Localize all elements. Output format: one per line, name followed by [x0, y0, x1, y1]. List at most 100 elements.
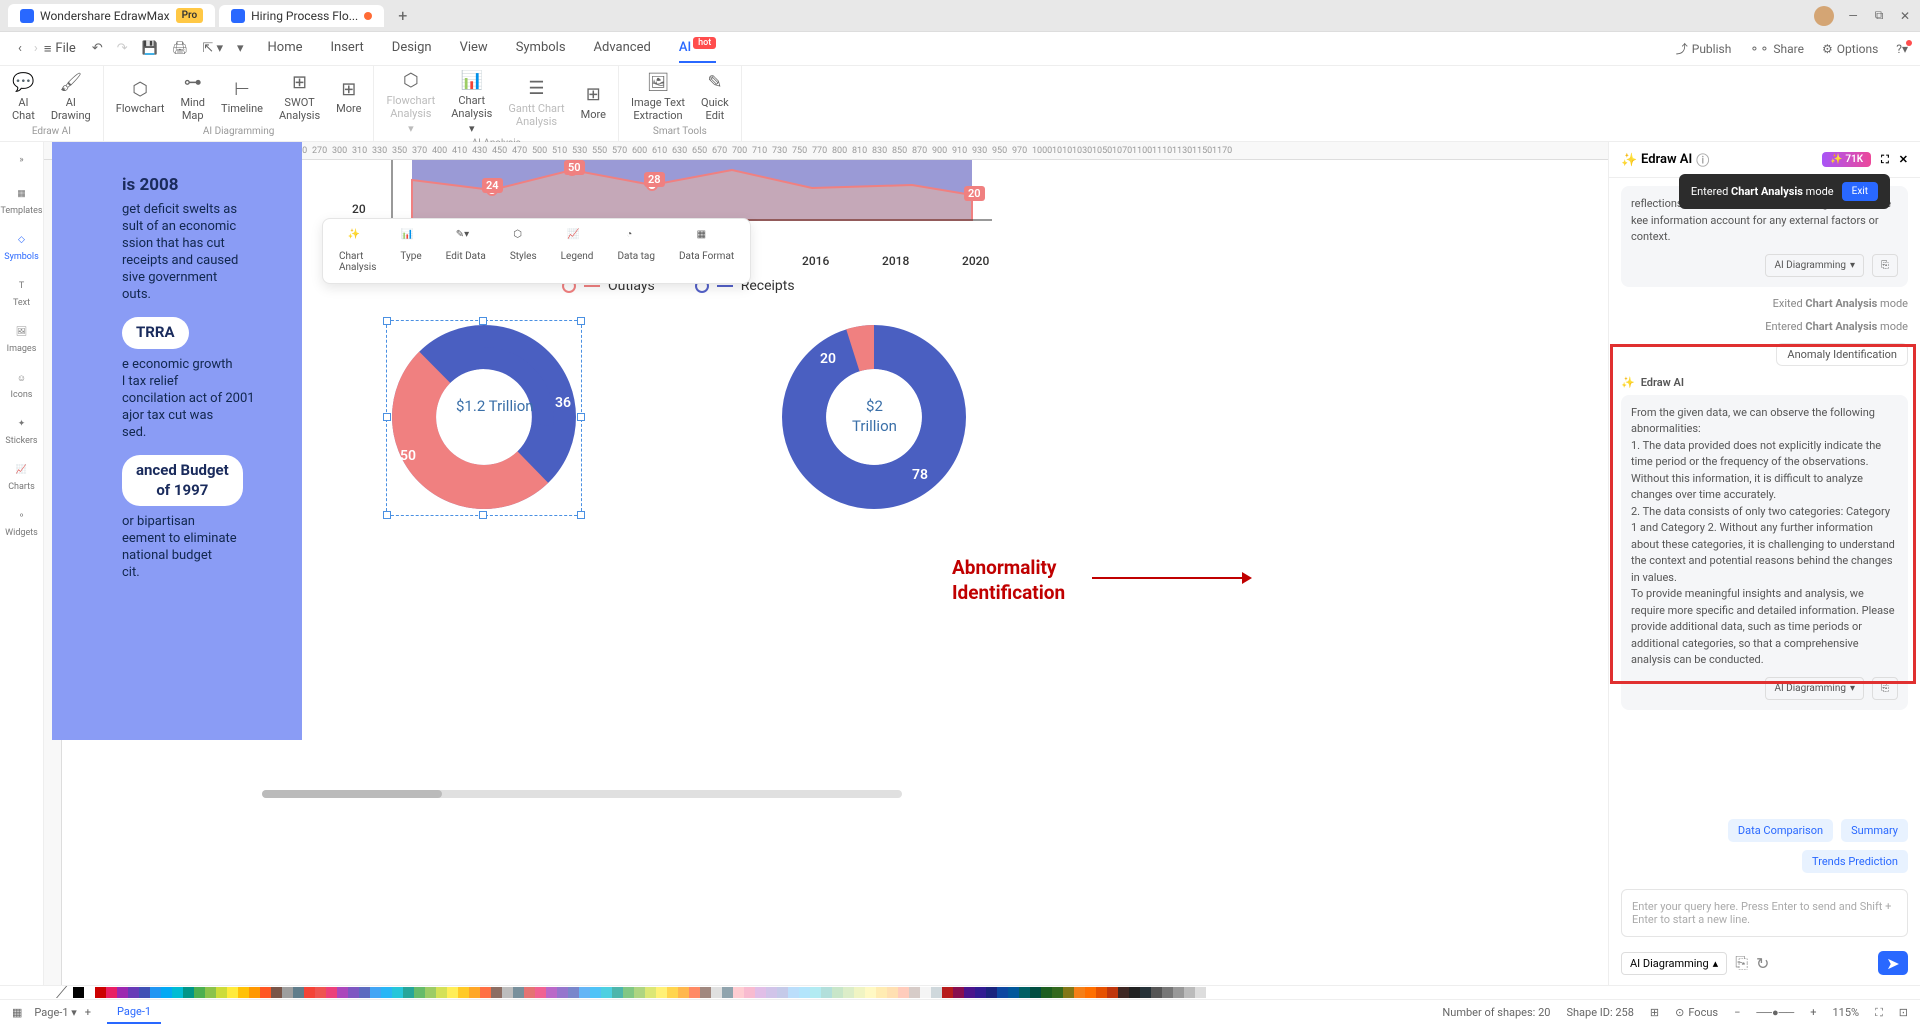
color-swatch[interactable]	[931, 987, 942, 998]
color-swatch[interactable]	[590, 987, 601, 998]
color-swatch[interactable]	[1118, 987, 1129, 998]
color-swatch[interactable]	[1173, 987, 1184, 998]
color-swatch[interactable]	[447, 987, 458, 998]
color-swatch[interactable]	[106, 987, 117, 998]
color-swatch[interactable]	[986, 987, 997, 998]
color-swatch[interactable]	[656, 987, 667, 998]
color-swatch[interactable]	[1074, 987, 1085, 998]
mindmap-button[interactable]: ⊶Mind Map	[180, 72, 205, 122]
color-swatch[interactable]	[645, 987, 656, 998]
color-swatch[interactable]	[942, 987, 953, 998]
sb-icon-1[interactable]: ▦	[12, 1006, 22, 1019]
color-swatch[interactable]	[139, 987, 150, 998]
save-button[interactable]: 💾	[142, 41, 158, 56]
quick-edit-button[interactable]: ✎Quick Edit	[701, 72, 729, 122]
chart-analysis-button[interactable]: 📊Chart Analysis ▾	[451, 70, 492, 136]
color-swatch[interactable]	[337, 987, 348, 998]
color-swatch[interactable]	[1063, 987, 1074, 998]
exit-mode-button[interactable]: Exit	[1842, 182, 1878, 201]
handle-s[interactable]	[479, 511, 487, 519]
zoom-out-button[interactable]: −	[1734, 1006, 1740, 1019]
help-button[interactable]: ?▾	[1896, 42, 1908, 56]
handle-sw[interactable]	[383, 511, 391, 519]
color-swatch[interactable]	[458, 987, 469, 998]
add-page-button[interactable]: +	[85, 1006, 91, 1019]
msg2-dd[interactable]: AI Diagramming ▾	[1765, 677, 1864, 700]
rail-text[interactable]: TText	[12, 276, 32, 308]
eyedropper-icon[interactable]: ⟋	[56, 983, 67, 1003]
flowchart-button[interactable]: ⬡Flowchart	[116, 78, 165, 115]
color-swatch[interactable]	[755, 987, 766, 998]
page-dropdown[interactable]: Page-1 ▾	[34, 1006, 76, 1019]
footer-btn-2[interactable]: ↻	[1756, 954, 1769, 973]
color-swatch[interactable]	[678, 987, 689, 998]
color-swatch[interactable]	[1140, 987, 1151, 998]
ai-credits-badge[interactable]: ✨ 71K	[1822, 152, 1871, 167]
print-button[interactable]: 🖨	[172, 41, 189, 56]
footer-mode-dd[interactable]: AI Diagramming ▴	[1621, 952, 1727, 975]
color-swatch[interactable]	[854, 987, 865, 998]
color-swatch[interactable]	[414, 987, 425, 998]
ft-edit-data[interactable]: ✎▾Edit Data	[436, 225, 496, 277]
handle-nw[interactable]	[383, 317, 391, 325]
user-avatar[interactable]	[1814, 6, 1834, 26]
sb-focus[interactable]: ⊙ Focus	[1675, 1006, 1718, 1019]
color-swatch[interactable]	[546, 987, 557, 998]
color-swatch[interactable]	[282, 987, 293, 998]
sb-icon-fit[interactable]: ⛶	[1875, 1006, 1883, 1020]
expand-panel-button[interactable]: ⛶	[1881, 153, 1889, 167]
color-swatch[interactable]	[1085, 987, 1096, 998]
zoom-in-button[interactable]: +	[1810, 1006, 1816, 1019]
color-swatch[interactable]	[733, 987, 744, 998]
sb-icon-grid[interactable]: ⊞	[1650, 1006, 1659, 1019]
color-swatch[interactable]	[557, 987, 568, 998]
color-swatch[interactable]	[898, 987, 909, 998]
menu-tab-view[interactable]: View	[460, 34, 488, 63]
send-button[interactable]: ➤	[1878, 951, 1908, 975]
color-swatch[interactable]	[249, 987, 260, 998]
color-swatch[interactable]	[370, 987, 381, 998]
rail-stickers[interactable]: ✦Stickers	[5, 414, 37, 446]
color-swatch[interactable]	[436, 987, 447, 998]
close-button[interactable]: ✕	[1898, 9, 1912, 23]
redo-button[interactable]: ↷	[117, 41, 128, 56]
ft-data-tag[interactable]: ◔Data tag	[607, 225, 665, 277]
ft-legend[interactable]: 📈Legend	[551, 225, 604, 277]
color-swatch[interactable]	[227, 987, 238, 998]
color-swatch[interactable]	[513, 987, 524, 998]
color-swatch[interactable]	[238, 987, 249, 998]
rail-widgets[interactable]: ⚬Widgets	[5, 506, 38, 538]
color-swatch[interactable]	[392, 987, 403, 998]
color-swatch[interactable]	[766, 987, 777, 998]
color-swatch[interactable]	[502, 987, 513, 998]
color-swatch[interactable]	[777, 987, 788, 998]
color-swatch[interactable]	[1041, 987, 1052, 998]
handle-w[interactable]	[383, 413, 391, 421]
footer-btn-1[interactable]: ⎘	[1735, 953, 1748, 973]
color-swatch[interactable]	[667, 987, 678, 998]
color-swatch[interactable]	[469, 987, 480, 998]
share-button[interactable]: ⚬⚬Share	[1749, 42, 1804, 56]
color-swatch[interactable]	[1129, 987, 1140, 998]
rail-icons[interactable]: ☺Icons	[11, 368, 33, 400]
color-swatch[interactable]	[480, 987, 491, 998]
color-swatch[interactable]	[1184, 987, 1195, 998]
color-swatch[interactable]	[612, 987, 623, 998]
color-swatch[interactable]	[876, 987, 887, 998]
color-swatch[interactable]	[953, 987, 964, 998]
color-swatch[interactable]	[810, 987, 821, 998]
handle-n[interactable]	[479, 317, 487, 325]
ai-drawing-button[interactable]: 🖌AI Drawing	[51, 72, 91, 122]
color-swatch[interactable]	[359, 987, 370, 998]
ft-styles[interactable]: ⬡Styles	[500, 225, 547, 277]
color-swatch[interactable]	[865, 987, 876, 998]
options-button[interactable]: ⚙Options	[1822, 42, 1878, 56]
color-swatch[interactable]	[799, 987, 810, 998]
color-swatch[interactable]	[887, 987, 898, 998]
ft-data-format[interactable]: ▦Data Format	[669, 225, 744, 277]
color-swatch[interactable]	[403, 987, 414, 998]
color-swatch[interactable]	[788, 987, 799, 998]
msg1-copy[interactable]: ⎘	[1872, 254, 1898, 277]
color-swatch[interactable]	[1096, 987, 1107, 998]
color-swatch[interactable]	[205, 987, 216, 998]
